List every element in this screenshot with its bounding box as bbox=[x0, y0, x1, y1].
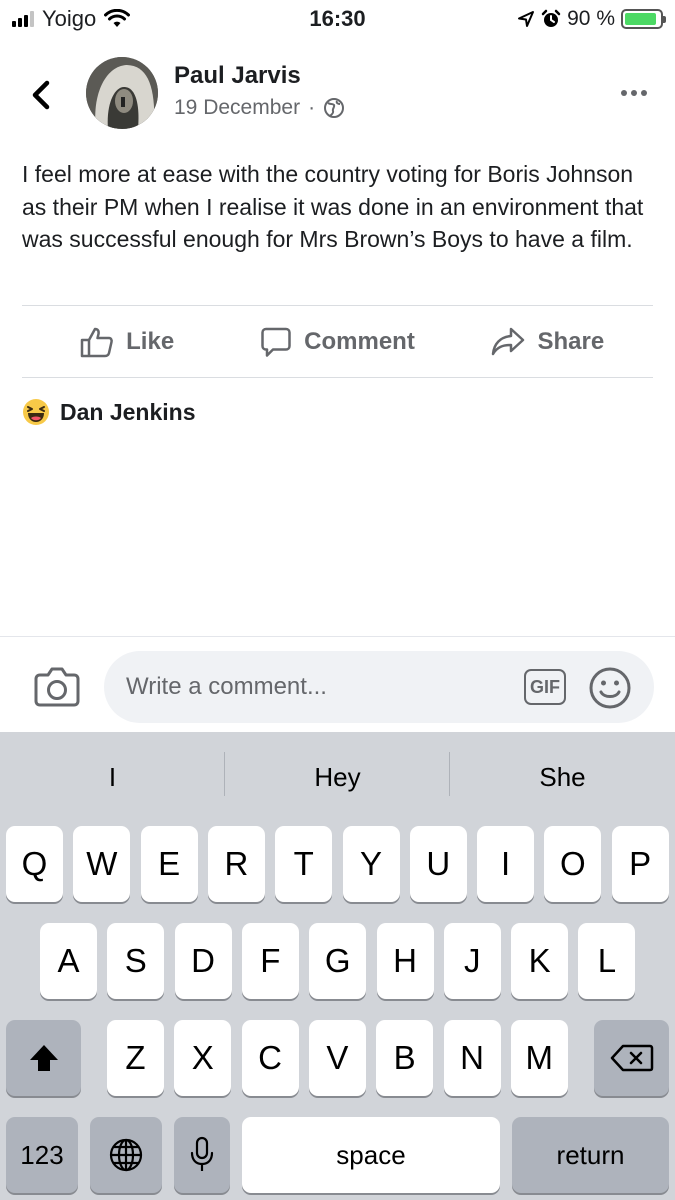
space-key[interactable]: space bbox=[242, 1117, 500, 1193]
location-arrow-icon bbox=[518, 11, 535, 27]
numbers-key[interactable]: 123 bbox=[6, 1117, 78, 1193]
key-k[interactable]: K bbox=[511, 923, 569, 999]
comment-input[interactable] bbox=[104, 651, 654, 723]
post-meta: 19 December · bbox=[174, 96, 345, 120]
globe-key[interactable] bbox=[90, 1117, 162, 1193]
shift-key[interactable] bbox=[6, 1020, 81, 1096]
key-l[interactable]: L bbox=[578, 923, 636, 999]
reactor-name: Dan Jenkins bbox=[60, 398, 196, 425]
reaction-row[interactable]: Dan Jenkins bbox=[22, 398, 196, 426]
key-h[interactable]: H bbox=[376, 923, 434, 999]
dictation-key[interactable] bbox=[174, 1117, 230, 1193]
key-d[interactable]: D bbox=[174, 923, 232, 999]
keyboard: I Hey She QWERTYUIOP ASDFGHJKL ZXCVBNM 1… bbox=[0, 732, 675, 1200]
haha-reaction-icon bbox=[23, 399, 49, 425]
emoji-icon[interactable] bbox=[588, 666, 632, 710]
avatar[interactable] bbox=[86, 57, 158, 129]
like-button[interactable]: Like bbox=[22, 306, 232, 378]
shift-arrow-icon bbox=[29, 1045, 58, 1071]
key-g[interactable]: G bbox=[309, 923, 367, 999]
key-j[interactable]: J bbox=[443, 923, 501, 999]
key-z[interactable]: Z bbox=[107, 1020, 164, 1096]
alarm-icon bbox=[541, 9, 561, 27]
post-text: I feel more at ease with the country vot… bbox=[22, 161, 644, 252]
battery-percent: 90 % bbox=[567, 7, 615, 30]
key-w[interactable]: W bbox=[73, 826, 131, 902]
globe-icon bbox=[109, 1138, 143, 1172]
globe-icon bbox=[324, 98, 345, 118]
predictive-bar: I Hey She bbox=[0, 732, 675, 822]
key-t[interactable]: T bbox=[275, 826, 333, 902]
key-n[interactable]: N bbox=[443, 1020, 501, 1096]
post-actions: Like Comment Share bbox=[22, 306, 653, 378]
comment-button[interactable]: Comment bbox=[232, 306, 442, 378]
comment-composer: GIF bbox=[0, 636, 675, 732]
key-i[interactable]: I bbox=[477, 826, 535, 902]
post-date[interactable]: 19 December bbox=[174, 96, 300, 120]
microphone-icon bbox=[190, 1136, 214, 1171]
return-key[interactable]: return bbox=[512, 1117, 669, 1193]
key-a[interactable]: A bbox=[40, 923, 97, 999]
key-b[interactable]: B bbox=[376, 1020, 434, 1096]
key-m[interactable]: M bbox=[510, 1020, 568, 1096]
key-u[interactable]: U bbox=[409, 826, 467, 902]
key-r[interactable]: R bbox=[207, 826, 265, 902]
divider bbox=[22, 377, 653, 378]
thumbs-up-icon bbox=[80, 327, 114, 358]
backspace-icon bbox=[610, 1044, 653, 1072]
share-button[interactable]: Share bbox=[443, 306, 653, 378]
key-v[interactable]: V bbox=[308, 1020, 366, 1096]
share-label: Share bbox=[537, 328, 605, 355]
more-options-icon[interactable] bbox=[621, 90, 647, 96]
suggestion-2[interactable]: Hey bbox=[225, 732, 450, 822]
key-q[interactable]: Q bbox=[6, 826, 63, 902]
suggestion-3[interactable]: She bbox=[450, 732, 675, 822]
key-o[interactable]: O bbox=[544, 826, 602, 902]
key-f[interactable]: F bbox=[241, 923, 299, 999]
comment-bubble-icon bbox=[261, 327, 291, 357]
camera-icon[interactable] bbox=[34, 665, 80, 707]
post-author-name[interactable]: Paul Jarvis bbox=[174, 62, 301, 90]
status-bar: Yoigo 16:30 90 % bbox=[0, 0, 675, 40]
like-label: Like bbox=[126, 328, 175, 355]
gif-button[interactable]: GIF bbox=[524, 669, 566, 705]
key-y[interactable]: Y bbox=[342, 826, 400, 902]
delete-key[interactable] bbox=[594, 1020, 669, 1096]
battery-charging-icon bbox=[621, 9, 666, 29]
key-e[interactable]: E bbox=[140, 826, 198, 902]
comment-label: Comment bbox=[304, 328, 415, 355]
suggestion-1[interactable]: I bbox=[0, 732, 225, 822]
key-c[interactable]: C bbox=[241, 1020, 299, 1096]
key-x[interactable]: X bbox=[174, 1020, 232, 1096]
back-chevron-icon[interactable] bbox=[26, 75, 56, 115]
key-p[interactable]: P bbox=[611, 826, 669, 902]
share-arrow-icon bbox=[492, 327, 525, 356]
key-s[interactable]: S bbox=[107, 923, 165, 999]
meta-separator: · bbox=[308, 96, 316, 119]
